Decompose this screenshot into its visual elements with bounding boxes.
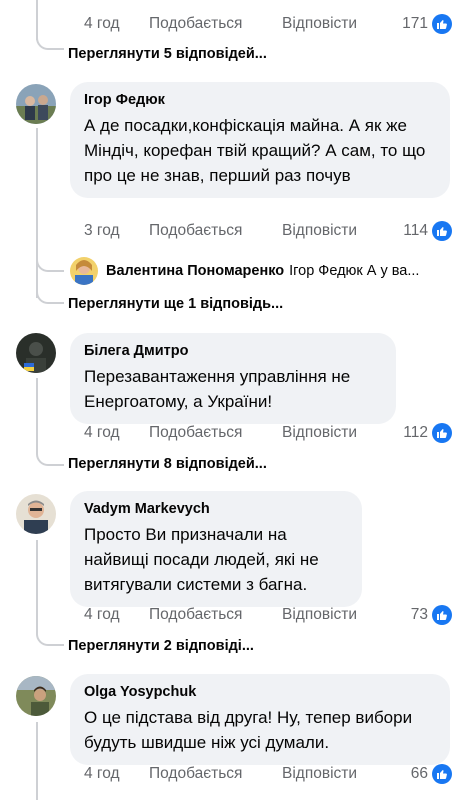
avatar[interactable] <box>16 676 56 716</box>
thread-line <box>36 378 38 452</box>
reply-button[interactable]: Відповісти <box>282 421 357 445</box>
like-icon <box>432 14 452 34</box>
comment-author[interactable]: Olga Yosypchuk <box>84 683 436 701</box>
reaction-count[interactable]: 73 <box>411 603 452 627</box>
reply-button[interactable]: Відповісти <box>282 219 357 243</box>
reaction-count[interactable]: 112 <box>403 421 452 445</box>
like-button[interactable]: Подобається <box>149 603 242 627</box>
reaction-count[interactable]: 66 <box>411 762 452 786</box>
thread-line <box>36 540 38 632</box>
comment-time[interactable]: 4 год <box>84 603 120 627</box>
like-button[interactable]: Подобається <box>149 762 242 786</box>
reply-button[interactable]: Відповісти <box>282 603 357 627</box>
like-icon <box>432 764 452 784</box>
like-icon <box>432 221 452 241</box>
avatar[interactable] <box>16 494 56 534</box>
avatar[interactable] <box>16 333 56 373</box>
comment-text: Просто Ви призначали на найвищі посади л… <box>84 525 319 594</box>
thread-line <box>36 722 38 800</box>
comment-time[interactable]: 4 год <box>84 421 120 445</box>
comment-author[interactable]: Vadym Markevych <box>84 500 348 518</box>
reply-button[interactable]: Відповісти <box>282 762 357 786</box>
view-replies-link[interactable]: Переглянути 8 відповідей... <box>68 456 267 472</box>
reaction-count[interactable]: 171 <box>402 12 452 36</box>
reply-preview[interactable]: Валентина Пономаренко Ігор Федюк А у ва.… <box>70 256 419 286</box>
thread-curve <box>36 630 64 646</box>
thread-curve <box>36 288 64 304</box>
view-replies-link[interactable]: Переглянути 5 відповідей... <box>68 46 267 62</box>
like-icon <box>432 605 452 625</box>
comment-text: О це підстава від друга! Ну, тепер вибор… <box>84 708 413 752</box>
comment-time[interactable]: 4 год <box>84 762 120 786</box>
like-button[interactable]: Подобається <box>149 219 242 243</box>
reaction-number: 73 <box>410 606 428 623</box>
comment-author[interactable]: Білега Дмитро <box>84 342 382 360</box>
comment-text: Перезавантаження управління не Енергоато… <box>84 367 351 411</box>
reply-preview-author: Валентина Пономаренко <box>106 263 285 279</box>
reply-button[interactable]: Відповісти <box>282 12 357 36</box>
comment-bubble: Vadym Markevych Просто Ви призначали на … <box>70 491 362 607</box>
reaction-number: 112 <box>403 424 428 441</box>
comment-text: А де посадки,конфіскація майна. А як же … <box>84 116 426 185</box>
comment-bubble: Білега Дмитро Перезавантаження управлінн… <box>70 333 396 424</box>
view-replies-link[interactable]: Переглянути 2 відповіді... <box>68 638 254 654</box>
thread-curve <box>36 34 64 50</box>
thread-curve <box>36 450 64 466</box>
thread-line <box>36 128 38 298</box>
view-replies-link[interactable]: Переглянути ще 1 відповідь... <box>68 296 283 312</box>
reaction-number: 171 <box>402 15 428 32</box>
like-button[interactable]: Подобається <box>149 12 242 36</box>
avatar[interactable] <box>16 84 56 124</box>
comment-author[interactable]: Ігор Федюк <box>84 91 436 109</box>
comment-time[interactable]: 4 год <box>84 12 120 36</box>
reaction-count[interactable]: 114 <box>403 219 452 243</box>
comment-time[interactable]: 3 год <box>84 219 120 243</box>
reply-preview-text: Ігор Федюк А у ва... <box>289 263 420 279</box>
thread-curve <box>36 258 64 272</box>
like-icon <box>432 423 452 443</box>
reaction-number: 66 <box>410 765 428 782</box>
avatar[interactable] <box>70 257 98 285</box>
reaction-number: 114 <box>403 222 428 239</box>
like-button[interactable]: Подобається <box>149 421 242 445</box>
comment-bubble: Ігор Федюк А де посадки,конфіскація майн… <box>70 82 450 198</box>
comment-bubble: Olga Yosypchuk О це підстава від друга! … <box>70 674 450 765</box>
